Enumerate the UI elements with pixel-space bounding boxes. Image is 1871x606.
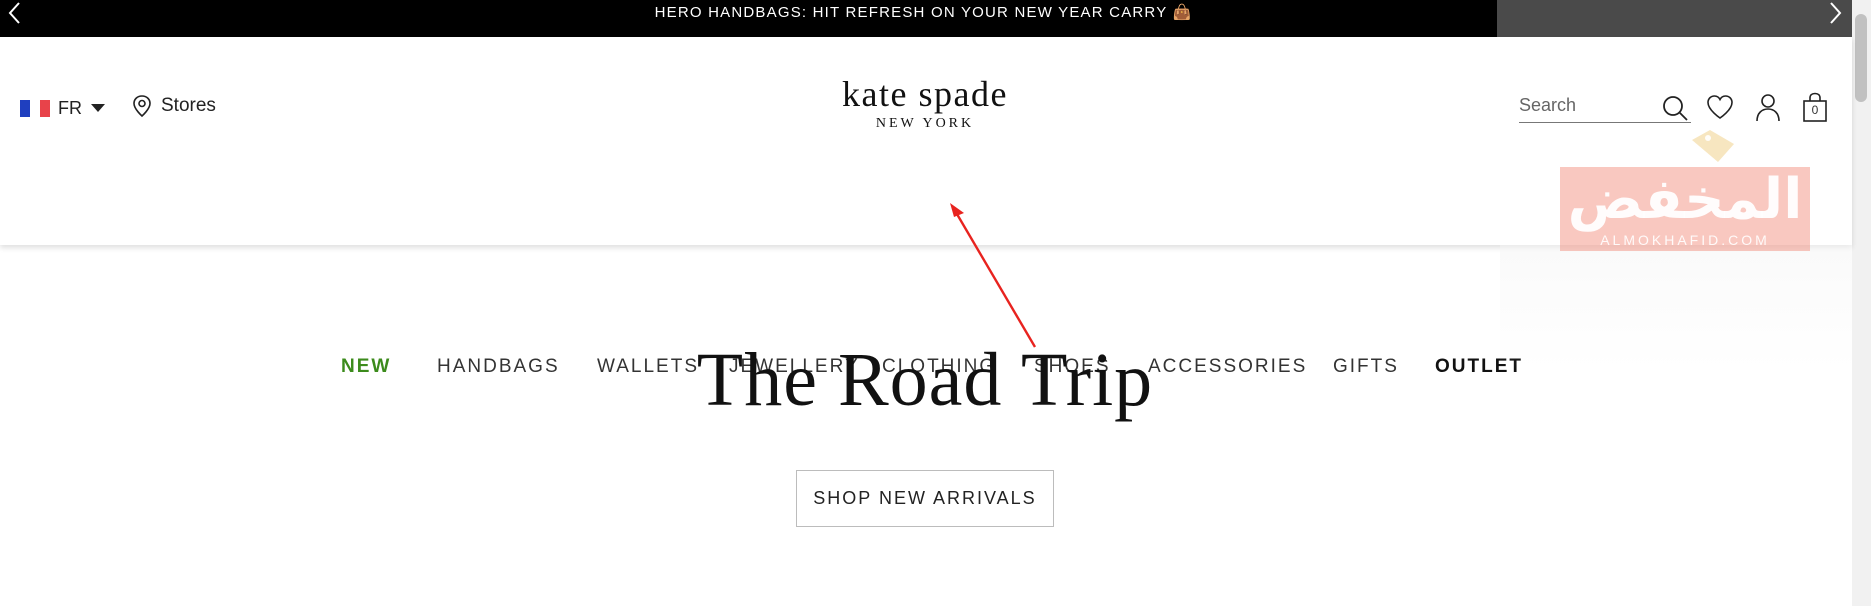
announcement-bar-side bbox=[1497, 0, 1852, 37]
stores-link[interactable]: Stores bbox=[131, 94, 216, 118]
search-icon[interactable] bbox=[1661, 94, 1689, 122]
account-icon[interactable] bbox=[1753, 92, 1783, 122]
logo-tagline: NEW YORK bbox=[875, 116, 975, 131]
bag-count: 0 bbox=[1811, 103, 1819, 117]
chevron-left-icon[interactable] bbox=[5, 2, 25, 24]
brand-logo[interactable]: kate spade NEW YORK bbox=[800, 74, 1050, 132]
france-flag-icon bbox=[20, 99, 50, 117]
search-box bbox=[1519, 92, 1691, 123]
locale-code: FR bbox=[58, 97, 82, 118]
watermark-subtext: ALMOKHAFID.COM bbox=[1600, 232, 1770, 248]
nav-item-gifts[interactable]: GIFTS bbox=[1333, 356, 1399, 378]
stores-label: Stores bbox=[161, 95, 216, 116]
logo-wordmark: kate spade bbox=[842, 74, 1008, 114]
heart-icon[interactable] bbox=[1705, 92, 1735, 122]
hero-title: The Road Trip bbox=[696, 338, 1154, 422]
caret-down-icon bbox=[91, 104, 105, 112]
scrollbar-thumb[interactable] bbox=[1855, 14, 1867, 102]
location-pin-icon bbox=[133, 95, 151, 118]
shopping-bag-icon[interactable]: 0 bbox=[1800, 92, 1830, 122]
watermark-fade bbox=[1500, 245, 1852, 370]
nav-item-new[interactable]: NEW bbox=[341, 356, 391, 378]
watermark-text: المخفض bbox=[1567, 167, 1803, 232]
announcement-text[interactable]: HERO HANDBAGS: HIT REFRESH ON YOUR NEW Y… bbox=[0, 0, 1497, 37]
chevron-right-icon[interactable] bbox=[1825, 2, 1845, 24]
price-tag-icon bbox=[1688, 126, 1738, 166]
nav-item-handbags[interactable]: HANDBAGS bbox=[437, 356, 560, 378]
search-input[interactable] bbox=[1519, 92, 1649, 118]
shop-new-arrivals-button[interactable]: SHOP NEW ARRIVALS bbox=[796, 470, 1054, 527]
locale-selector[interactable]: FR bbox=[20, 98, 105, 118]
